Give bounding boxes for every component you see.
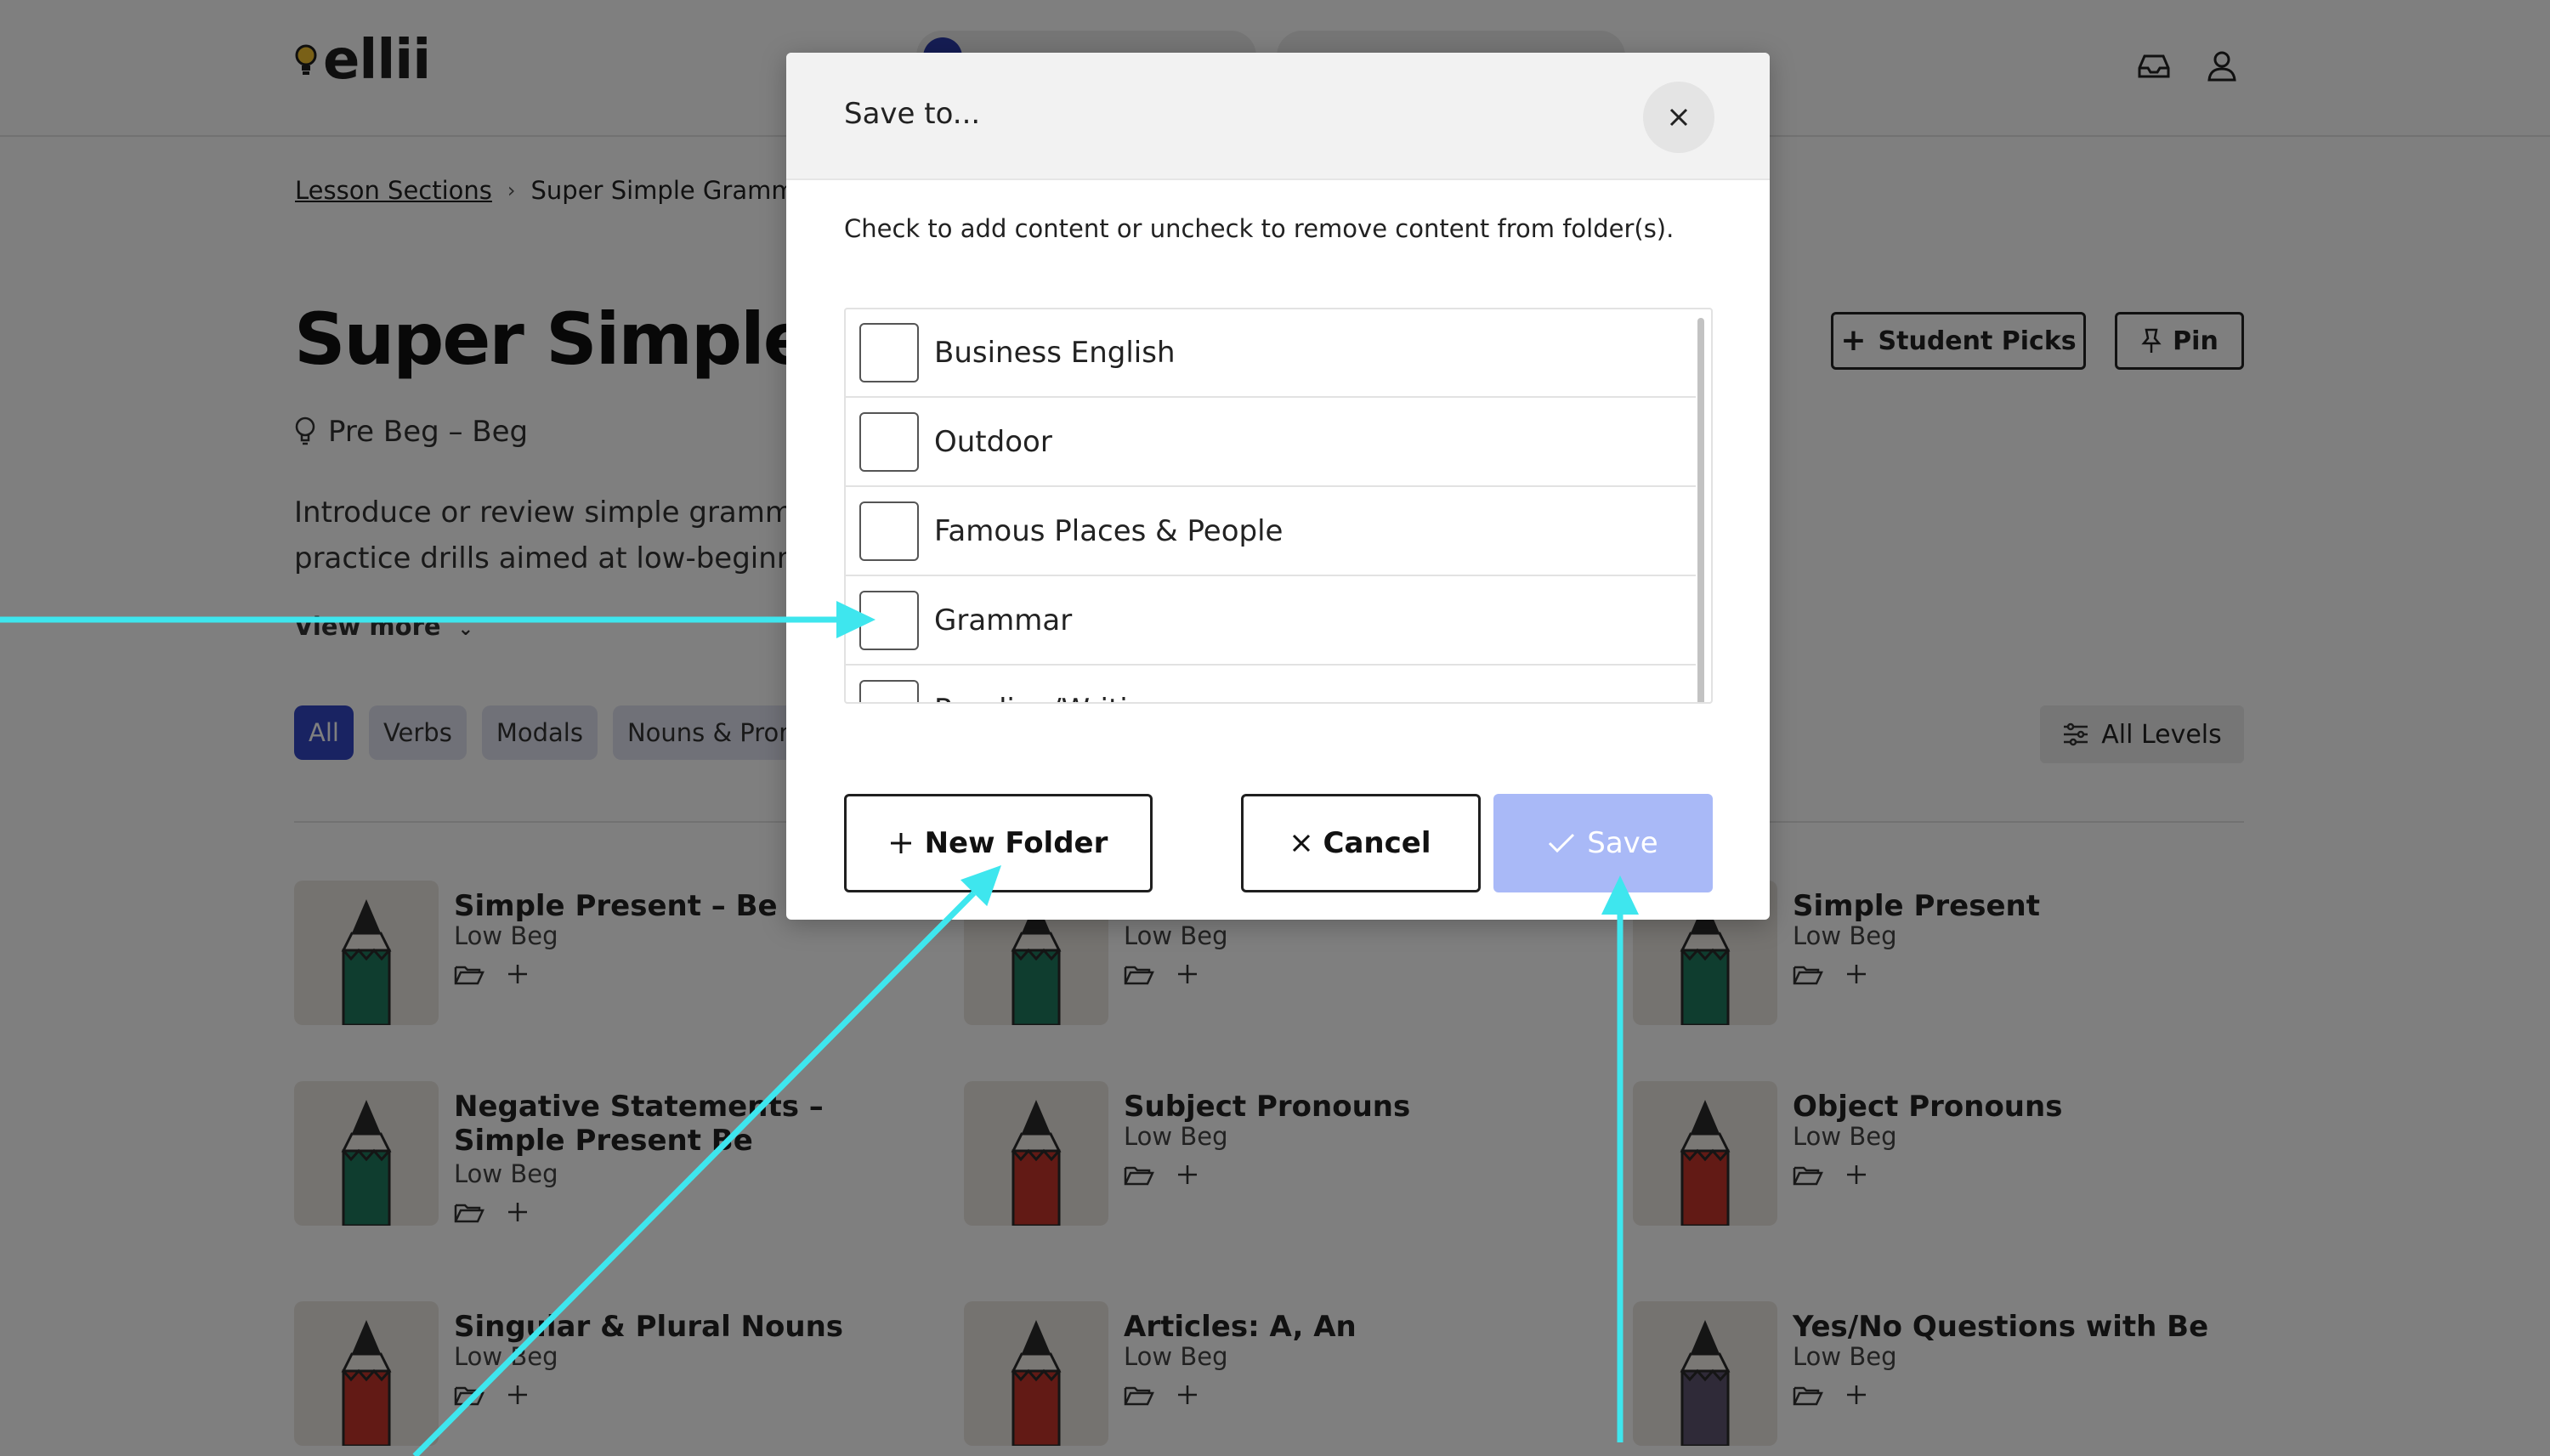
- folder-item-business-english[interactable]: Business English: [846, 309, 1696, 398]
- save-button[interactable]: Save: [1493, 794, 1713, 892]
- save-label: Save: [1587, 826, 1658, 860]
- folder-list[interactable]: Business English Outdoor Famous Places &…: [844, 308, 1713, 704]
- folder-item-famous-places-people[interactable]: Famous Places & People: [846, 488, 1696, 576]
- folder-checkbox[interactable]: [859, 412, 919, 472]
- folder-label: Reading/Writing: [934, 693, 1164, 702]
- folder-label: Famous Places & People: [934, 514, 1284, 548]
- modal-description: Check to add content or uncheck to remov…: [844, 214, 1674, 243]
- modal-title: Save to...: [844, 97, 981, 131]
- check-icon: [1548, 832, 1575, 854]
- folder-item-grammar[interactable]: Grammar: [846, 577, 1696, 666]
- folder-label: Grammar: [934, 603, 1073, 637]
- close-icon: [1291, 833, 1312, 853]
- folder-label: Outdoor: [934, 425, 1052, 459]
- close-button[interactable]: [1643, 82, 1714, 153]
- new-folder-label: New Folder: [924, 826, 1108, 860]
- cancel-button[interactable]: Cancel: [1241, 794, 1481, 892]
- folder-list-scrollbar[interactable]: [1697, 318, 1704, 702]
- folder-checkbox[interactable]: [859, 680, 919, 702]
- folder-checkbox[interactable]: [859, 501, 919, 561]
- modal-header: Save to...: [786, 53, 1770, 180]
- folder-item-reading-writing[interactable]: Reading/Writing: [846, 666, 1696, 702]
- folder-item-outdoor[interactable]: Outdoor: [846, 399, 1696, 487]
- folder-label: Business English: [934, 336, 1176, 370]
- close-icon: [1669, 108, 1688, 127]
- new-folder-button[interactable]: New Folder: [844, 794, 1153, 892]
- plus-icon: [889, 831, 913, 855]
- save-to-modal: Save to... Check to add content or unche…: [786, 53, 1770, 920]
- cancel-label: Cancel: [1323, 826, 1431, 860]
- folder-checkbox[interactable]: [859, 323, 919, 382]
- folder-checkbox[interactable]: [859, 591, 919, 650]
